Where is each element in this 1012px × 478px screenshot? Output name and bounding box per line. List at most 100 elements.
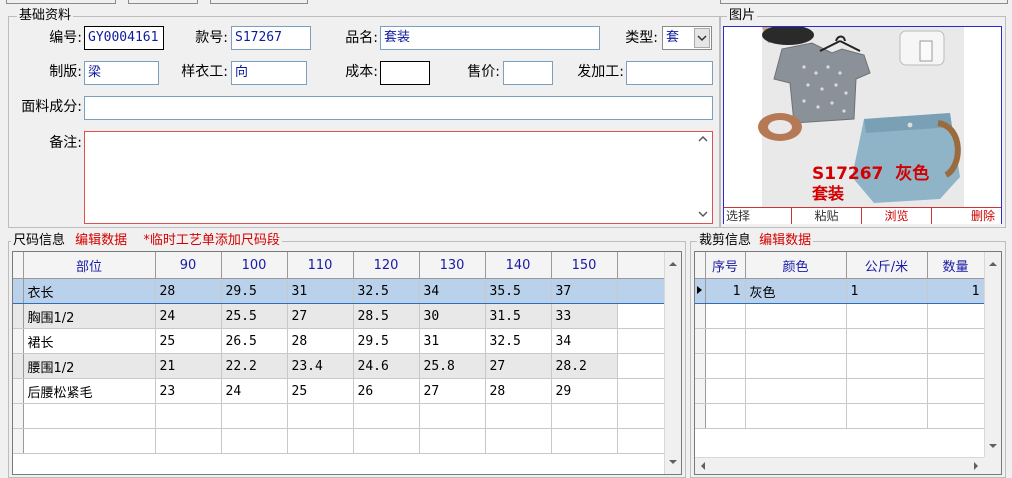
table-cell-empty[interactable] [846,378,928,404]
table-cell-empty[interactable] [927,378,985,404]
table-cell[interactable]: 34 [419,278,486,304]
table-cell[interactable]: 31 [419,328,486,354]
table-cell-empty[interactable] [927,328,985,354]
table-cell-empty[interactable] [846,403,928,429]
table-cell-empty[interactable] [485,403,552,429]
table-row-empty[interactable] [13,428,674,454]
table-cell[interactable]: 29 [551,378,618,404]
table-cell-empty[interactable] [745,303,847,329]
table-cell[interactable]: 29.5 [353,328,420,354]
table-cell[interactable]: 24 [155,303,222,329]
table-row[interactable]: 衣长 28 29.5 31 32.5 34 35.5 37 [13,278,674,304]
process-field[interactable] [626,61,713,85]
size-col-90[interactable]: 90 [155,252,222,279]
table-cell-empty[interactable] [353,403,420,429]
size-col-140[interactable]: 140 [485,252,552,279]
note-scrollbar[interactable] [695,132,712,223]
table-cell-empty[interactable] [846,303,928,329]
table-cell[interactable]: 25 [287,378,354,404]
table-row-empty[interactable] [695,353,985,379]
table-row-empty[interactable] [695,403,985,429]
table-cell[interactable]: 后腰松紧毛 [23,378,156,404]
table-cell-empty[interactable] [705,378,746,404]
table-row[interactable]: 后腰松紧毛 23 24 25 26 27 28 29 [13,378,674,404]
table-cell[interactable]: 灰色 [745,278,847,304]
table-cell[interactable]: 33 [551,303,618,329]
table-cell[interactable]: 28.2 [551,353,618,379]
table-cell-empty[interactable] [927,403,985,429]
photo-delete-button[interactable]: 删除 [932,208,1001,224]
table-cell[interactable]: 28 [287,328,354,354]
table-row[interactable]: 胸围1/2 24 25.5 27 28.5 30 31.5 33 [13,303,674,329]
table-cell[interactable]: 26.5 [221,328,288,354]
cut-col-kg-per-meter[interactable]: 公斤/米 [846,252,928,279]
table-cell-empty[interactable] [155,428,222,454]
table-cell[interactable]: 27 [287,303,354,329]
table-cell[interactable]: 31 [287,278,354,304]
top-tab-stub-2[interactable] [128,0,198,4]
table-cell-empty[interactable] [551,403,618,429]
photo-select-button[interactable]: 选择 [724,208,792,224]
table-cell-empty[interactable] [287,403,354,429]
table-cell[interactable]: 21 [155,353,222,379]
table-cell-empty[interactable] [353,428,420,454]
cut-col-color[interactable]: 颜色 [745,252,847,279]
top-tab-stub-3[interactable] [210,0,308,4]
table-cell[interactable]: 27 [419,378,486,404]
size-col-150[interactable]: 150 [551,252,618,279]
table-cell-empty[interactable] [745,378,847,404]
table-cell[interactable]: 26 [353,378,420,404]
style-no-field[interactable]: S17267 [231,26,311,50]
table-cell-empty[interactable] [927,353,985,379]
code-field[interactable]: GY0004161 [84,26,164,50]
product-name-field[interactable]: 套装 [380,26,600,50]
table-cell[interactable]: 31.5 [485,303,552,329]
table-cell-empty[interactable] [551,428,618,454]
cut-col-seq[interactable]: 序号 [705,252,746,279]
type-select[interactable]: 套 [662,26,712,50]
table-cell-empty[interactable] [705,403,746,429]
photo-paste-button[interactable]: 粘贴 [792,208,862,224]
table-cell-empty[interactable] [23,403,156,429]
table-cell[interactable]: 29.5 [221,278,288,304]
table-cell[interactable]: 25.8 [419,353,486,379]
table-cell-empty[interactable] [23,428,156,454]
table-cell[interactable]: 34 [551,328,618,354]
size-col-100[interactable]: 100 [221,252,288,279]
table-cell[interactable]: 35.5 [485,278,552,304]
cut-edit-link[interactable]: 编辑数据 [759,233,811,248]
table-cell[interactable]: 23.4 [287,353,354,379]
table-cell[interactable]: 27 [485,353,552,379]
table-row-empty[interactable] [13,403,674,429]
table-row[interactable]: 1 灰色 1 1 [695,278,985,304]
table-cell[interactable]: 胸围1/2 [23,303,156,329]
table-cell-empty[interactable] [485,428,552,454]
top-tab-stub-4[interactable] [720,0,1008,4]
table-cell[interactable]: 30 [419,303,486,329]
table-cell[interactable]: 腰围1/2 [23,353,156,379]
table-cell-empty[interactable] [155,403,222,429]
note-textarea[interactable] [84,131,713,224]
table-cell[interactable]: 25.5 [221,303,288,329]
table-cell-empty[interactable] [745,353,847,379]
table-cell-empty[interactable] [419,428,486,454]
table-cell-empty[interactable] [221,403,288,429]
table-cell-empty[interactable] [846,328,928,354]
table-cell[interactable]: 25 [155,328,222,354]
cut-col-qty[interactable]: 数量 [927,252,985,279]
fabric-field[interactable] [84,96,713,120]
cut-grid-hscrollbar[interactable] [695,457,984,474]
table-cell[interactable]: 1 [705,278,746,304]
table-cell-empty[interactable] [745,403,847,429]
table-cell[interactable]: 28 [485,378,552,404]
size-edit-link[interactable]: 编辑数据 [75,233,127,248]
table-cell[interactable]: 裙长 [23,328,156,354]
size-col-120[interactable]: 120 [353,252,420,279]
table-row[interactable]: 腰围1/2 21 22.2 23.4 24.6 25.8 27 28.2 [13,353,674,379]
table-cell[interactable]: 衣长 [23,278,156,304]
table-row-empty[interactable] [695,328,985,354]
plate-field[interactable]: 梁 [84,61,159,85]
table-cell-empty[interactable] [287,428,354,454]
size-col-110[interactable]: 110 [287,252,354,279]
table-cell-empty[interactable] [927,303,985,329]
